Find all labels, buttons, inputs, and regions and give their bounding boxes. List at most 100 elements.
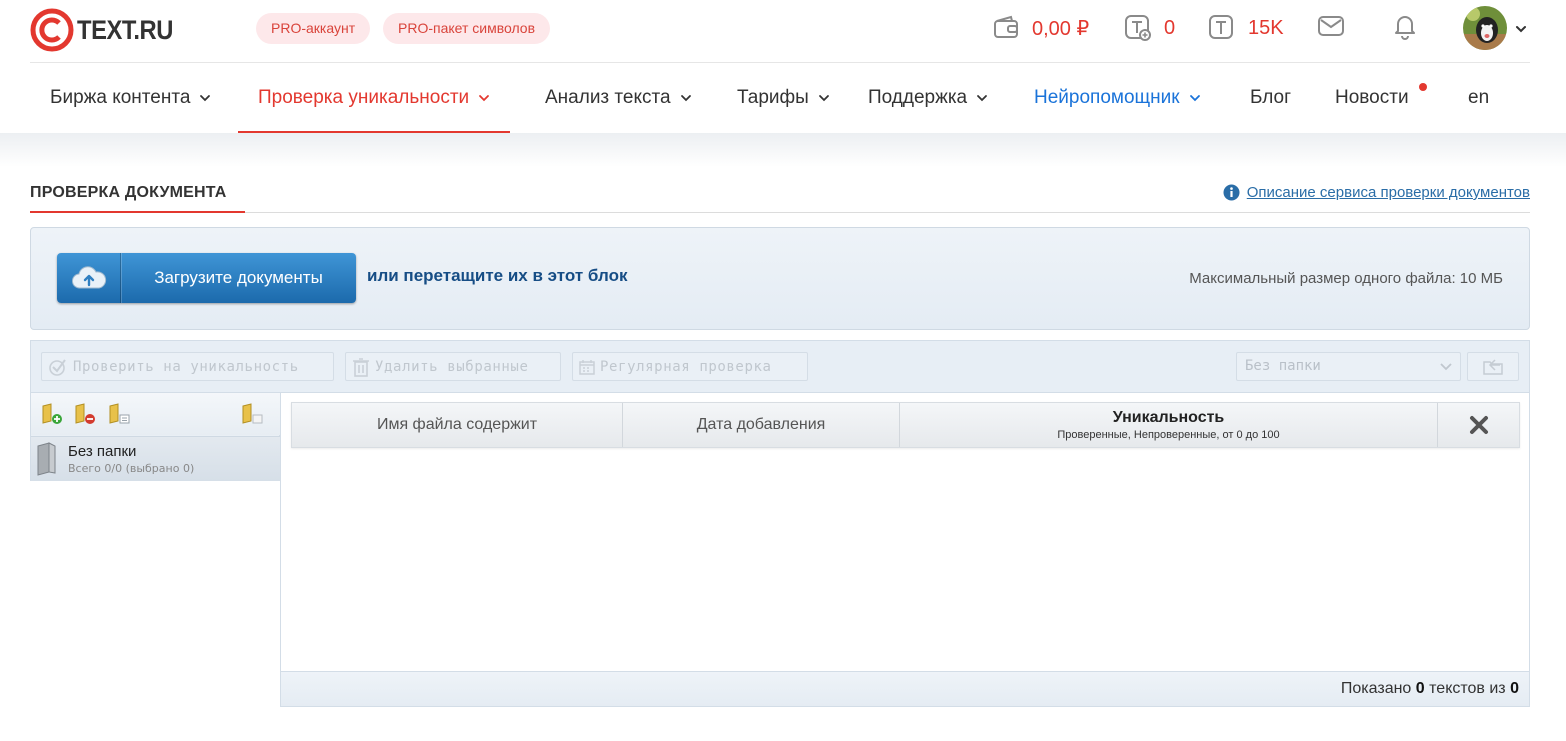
column-date-label: Дата добавления [696, 416, 826, 433]
chevron-down-icon [1440, 363, 1452, 371]
service-description-link[interactable]: Описание сервиса проверки документов [1223, 184, 1530, 201]
tokens[interactable]: 0 [1124, 12, 1175, 44]
nav-label: Блог [1250, 87, 1292, 108]
documents-table: Имя файла содержит Дата добавления Уника… [280, 392, 1530, 707]
max-file-size: Максимальный размер одного файла: 10 МБ [1189, 270, 1503, 287]
chevron-down-icon [200, 95, 211, 102]
nav-label: Тарифы [737, 87, 809, 108]
pro-package-button[interactable]: PRO-пакет символов [383, 13, 551, 44]
folders-panel: Без папки Всего 0/0 (выбрано 0) [30, 392, 281, 481]
avatar[interactable] [1463, 6, 1507, 50]
calendar-icon [579, 359, 595, 375]
upload-dropzone[interactable]: Загрузите документы или перетащите их в … [30, 227, 1530, 330]
info-icon [1223, 184, 1240, 201]
nav-item-text-analysis[interactable]: Анализ текста [545, 63, 692, 133]
language-switch[interactable]: en [1468, 63, 1489, 133]
mail-button[interactable] [1317, 12, 1345, 45]
folder-edit-icon [109, 403, 130, 424]
page-title-underline [30, 211, 245, 213]
nav-label: Биржа контента [50, 87, 191, 108]
nav-item-neuro-assistant[interactable]: Нейропомощник [1034, 63, 1201, 133]
cloud-upload-icon-wrap [57, 253, 121, 303]
logo-text: TEXT.RU [77, 14, 173, 45]
delete-folder-button[interactable] [74, 403, 96, 430]
upload-button-label: Загрузите документы [154, 268, 323, 287]
nav-label: Проверка уникальности [258, 87, 470, 108]
logo[interactable]: TEXT.RU [30, 8, 186, 52]
clear-filters-button[interactable] [1438, 403, 1519, 447]
top-bar: TEXT.RU PRO-аккаунт PRO-пакет символов 0… [0, 0, 1566, 62]
wallet-icon [994, 15, 1018, 38]
nav-item-content-exchange[interactable]: Биржа контента [50, 63, 211, 133]
service-description-text: Описание сервиса проверки документов [1246, 184, 1530, 201]
folder-counts: Всего 0/0 (выбрано 0) [68, 462, 195, 475]
regular-check-label: Регулярная проверка [600, 358, 772, 375]
cloud-upload-icon [71, 266, 106, 289]
token-plus-icon [1125, 15, 1151, 41]
balance[interactable]: 0,00 ₽ [992, 12, 1089, 44]
nav-label: Новости [1335, 87, 1409, 108]
folder-tools [31, 393, 281, 435]
check-uniqueness-button[interactable]: Проверить на уникальность [41, 352, 334, 381]
total-count: 0 [1510, 680, 1519, 697]
delete-selected-button[interactable]: Удалить выбранные [345, 352, 561, 381]
drop-hint: или перетащите их в этот блок [367, 266, 628, 285]
move-to-folder-button[interactable] [1467, 352, 1519, 381]
balance-value: 0,00 ₽ [1032, 17, 1090, 40]
move-folder-icon [1483, 358, 1503, 375]
nav-label: Анализ текста [545, 87, 671, 108]
avatar-image [1463, 6, 1507, 50]
symbols[interactable]: 15K [1208, 12, 1284, 44]
of-label: текстов из [1429, 680, 1506, 697]
column-uniqueness[interactable]: Уникальность Проверенные, Непроверенные,… [900, 403, 1438, 447]
shown-summary: Показано 0 текстов из 0 [1341, 680, 1519, 698]
folder-settings-button[interactable] [241, 403, 263, 430]
add-folder-button[interactable] [41, 403, 63, 430]
column-uniqueness-label: Уникальность [1112, 409, 1225, 426]
nav-item-tariffs[interactable]: Тарифы [737, 63, 830, 133]
token-icon [1209, 15, 1233, 39]
delete-selected-label: Удалить выбранные [375, 358, 529, 375]
folder-select[interactable]: Без папки [1236, 352, 1461, 381]
column-date[interactable]: Дата добавления [623, 403, 900, 447]
column-filename[interactable]: Имя файла содержит [292, 403, 623, 447]
column-uniqueness-filter: Проверенные, Непроверенные, от 0 до 100 [1057, 429, 1280, 441]
nav-label: Нейропомощник [1034, 87, 1180, 108]
folder-remove-icon [75, 403, 95, 424]
nav-shadow [0, 133, 1566, 167]
folder-list-icon [242, 403, 263, 424]
bell-icon [1395, 16, 1415, 40]
chevron-down-icon [1189, 95, 1200, 102]
mail-icon [1318, 16, 1344, 36]
logo-icon [30, 8, 74, 52]
rename-folder-button[interactable] [108, 403, 130, 430]
folder-select-value: Без папки [1245, 358, 1321, 374]
trash-icon [353, 357, 369, 377]
folder-name: Без папки [68, 443, 137, 460]
tokens-value: 0 [1164, 16, 1176, 39]
column-filename-label: Имя файла содержит [376, 416, 538, 433]
shown-label: Показано [1340, 680, 1412, 697]
chevron-down-icon [977, 95, 988, 102]
upload-documents-button[interactable]: Загрузите документы [57, 253, 356, 303]
folder-item[interactable]: Без папки Всего 0/0 (выбрано 0) [31, 436, 281, 481]
chevron-down-icon [680, 95, 691, 102]
chevron-down-icon [818, 95, 829, 102]
check-icon [49, 358, 66, 376]
shown-count: 0 [1415, 680, 1425, 697]
notifications-button[interactable] [1391, 12, 1419, 45]
check-uniqueness-label: Проверить на уникальность [73, 358, 299, 375]
folder-icon [37, 442, 56, 476]
regular-check-button[interactable]: Регулярная проверка [572, 352, 808, 381]
chevron-down-icon[interactable] [1514, 22, 1528, 36]
symbols-value: 15K [1248, 16, 1284, 39]
nav-item-news[interactable]: Новости [1335, 63, 1409, 133]
folder-add-icon [42, 403, 62, 424]
nav-label: en [1468, 87, 1490, 108]
documents-toolbar: Проверить на уникальность Удалить выбран… [30, 340, 1530, 392]
page-title: ПРОВЕРКА ДОКУМЕНТА [30, 184, 227, 201]
nav-item-uniqueness-check[interactable]: Проверка уникальности [237, 63, 511, 133]
nav-item-support[interactable]: Поддержка [868, 63, 988, 133]
nav-item-blog[interactable]: Блог [1250, 63, 1291, 133]
pro-account-button[interactable]: PRO-аккаунт [256, 13, 371, 44]
